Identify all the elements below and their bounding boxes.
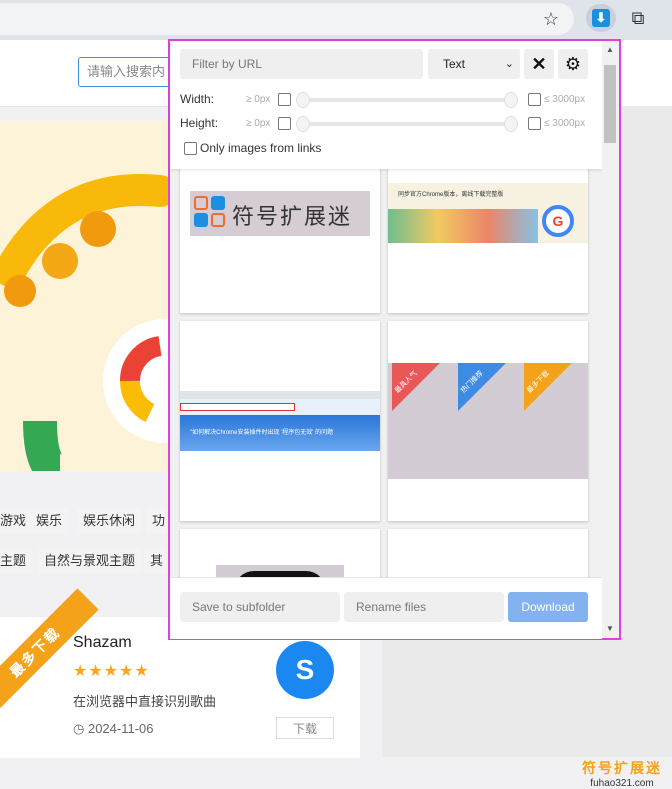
date-text: 2024-11-06 (87, 721, 154, 736)
scroll-down-icon[interactable]: ▼ (606, 624, 614, 633)
rename-files-input[interactable]: Rename files (344, 592, 504, 622)
tag[interactable]: 其 (144, 548, 170, 574)
image-thumbnail: 最具人气 热门推荐 最多下载 (388, 363, 588, 479)
rating-stars: ★★★★★ (73, 663, 150, 680)
shazam-logo-icon[interactable]: S (276, 641, 334, 699)
tile-title-text: 同步官方Chrome版本，离线下载完整版 (398, 192, 504, 198)
scrollbar-thumb[interactable] (604, 65, 616, 143)
category-tags: 游戏 娱乐 娱乐休闲 功 主题 自然与景观主题 其 (0, 500, 175, 590)
height-slider[interactable] (298, 122, 518, 126)
hero-banner[interactable] (0, 121, 170, 471)
image-tile[interactable] (180, 529, 380, 577)
image-thumbnail: 符号扩展迷 (190, 191, 370, 236)
filter-type-value: Text (443, 57, 466, 71)
download-button[interactable]: Download (508, 592, 588, 622)
gear-icon[interactable]: ⚙ (558, 49, 588, 79)
popup-actions: Save to subfolder Rename files Download (170, 577, 602, 639)
image-tile[interactable]: 最具人气 热门推荐 最多下载 (388, 321, 588, 521)
height-max-label: ≤ 3000px (544, 118, 586, 129)
browser-toolbar: ☆ ⬇ ⧉ (0, 0, 672, 40)
height-min-label: ≥ 0px (246, 118, 271, 129)
search-input[interactable]: 请输入搜索内 (78, 57, 178, 87)
image-tile[interactable]: "如何解决Chrome安装插件时出现 '程序包无效' 的问题 (180, 321, 380, 521)
download-app-button[interactable]: 下载 (276, 717, 334, 739)
image-downloader-popup: Filter by URL Text ⌄ ✕ ⚙ Width: ≥ 0px ≤ 3… (168, 39, 621, 640)
width-min-checkbox[interactable] (278, 93, 291, 106)
tag[interactable]: 主题 (0, 548, 33, 574)
height-max-checkbox[interactable] (528, 117, 541, 130)
puzzle-icon[interactable]: ⧉ (626, 6, 650, 30)
height-label: Height: (180, 116, 219, 130)
url-filter-input[interactable]: Filter by URL (180, 49, 423, 79)
watermark: 符号扩展迷 fuhao321.com (576, 758, 668, 789)
popup-scrollbar[interactable]: ▲ ▼ (602, 41, 619, 638)
image-tile[interactable]: 符号扩展迷 (180, 169, 380, 313)
tile-logo-text: 符号扩展迷 (232, 204, 353, 229)
tag[interactable]: 游戏 (0, 508, 33, 534)
scroll-up-icon[interactable]: ▲ (606, 45, 614, 54)
image-thumbnail (216, 565, 344, 577)
tag[interactable]: 娱乐休闲 (77, 508, 142, 534)
tag[interactable]: 娱乐 (30, 508, 69, 534)
width-min-label: ≥ 0px (246, 94, 271, 105)
height-max-handle[interactable] (504, 116, 518, 132)
width-max-label: ≤ 3000px (544, 94, 586, 105)
image-tile[interactable]: 同步官方Chrome版本，离线下载完整版 G (388, 169, 588, 313)
image-downloader-extension-button[interactable]: ⬇ (586, 4, 616, 32)
height-min-checkbox[interactable] (278, 117, 291, 130)
chevron-down-icon: ⌄ (504, 58, 514, 70)
width-label: Width: (180, 92, 215, 106)
app-date: ◷ 2024-11-06 (73, 721, 154, 737)
width-slider[interactable] (298, 98, 518, 102)
tile-caption-text: "如何解决Chrome安装插件时出现 '程序包无效' 的问题 (190, 430, 334, 436)
image-thumbnail: 同步官方Chrome版本，离线下载完整版 G (388, 183, 588, 243)
download-icon: ⬇ (592, 9, 610, 27)
image-grid: 符号扩展迷 同步官方Chrome版本，离线下载完整版 G "如何解决Chrome… (170, 169, 602, 577)
app-name[interactable]: Shazam (73, 634, 132, 652)
x-icon[interactable]: ✕ (524, 49, 554, 79)
address-bar[interactable] (0, 3, 574, 35)
only-links-label[interactable]: Only images from links (200, 141, 321, 155)
subfolder-input[interactable]: Save to subfolder (180, 592, 340, 622)
width-min-handle[interactable] (296, 92, 310, 108)
width-max-checkbox[interactable] (528, 93, 541, 106)
width-max-handle[interactable] (504, 92, 518, 108)
filter-type-select[interactable]: Text ⌄ (428, 49, 520, 79)
star-icon[interactable]: ☆ (540, 8, 562, 30)
clock-icon: ◷ (73, 721, 88, 736)
tag[interactable]: 自然与景观主题 (38, 548, 142, 574)
app-description: 在浏览器中直接识别歌曲 (73, 694, 217, 709)
image-thumbnail: "如何解决Chrome安装插件时出现 '程序包无效' 的问题 (180, 391, 380, 451)
chrome-graphic (0, 174, 170, 471)
watermark-url: fuhao321.com (590, 778, 654, 789)
only-links-checkbox[interactable] (184, 142, 197, 155)
watermark-logo: 符号扩展迷 (582, 760, 662, 776)
height-min-handle[interactable] (296, 116, 310, 132)
popup-filters: Filter by URL Text ⌄ ✕ ⚙ Width: ≥ 0px ≤ 3… (170, 41, 602, 169)
image-tile[interactable] (388, 529, 588, 577)
